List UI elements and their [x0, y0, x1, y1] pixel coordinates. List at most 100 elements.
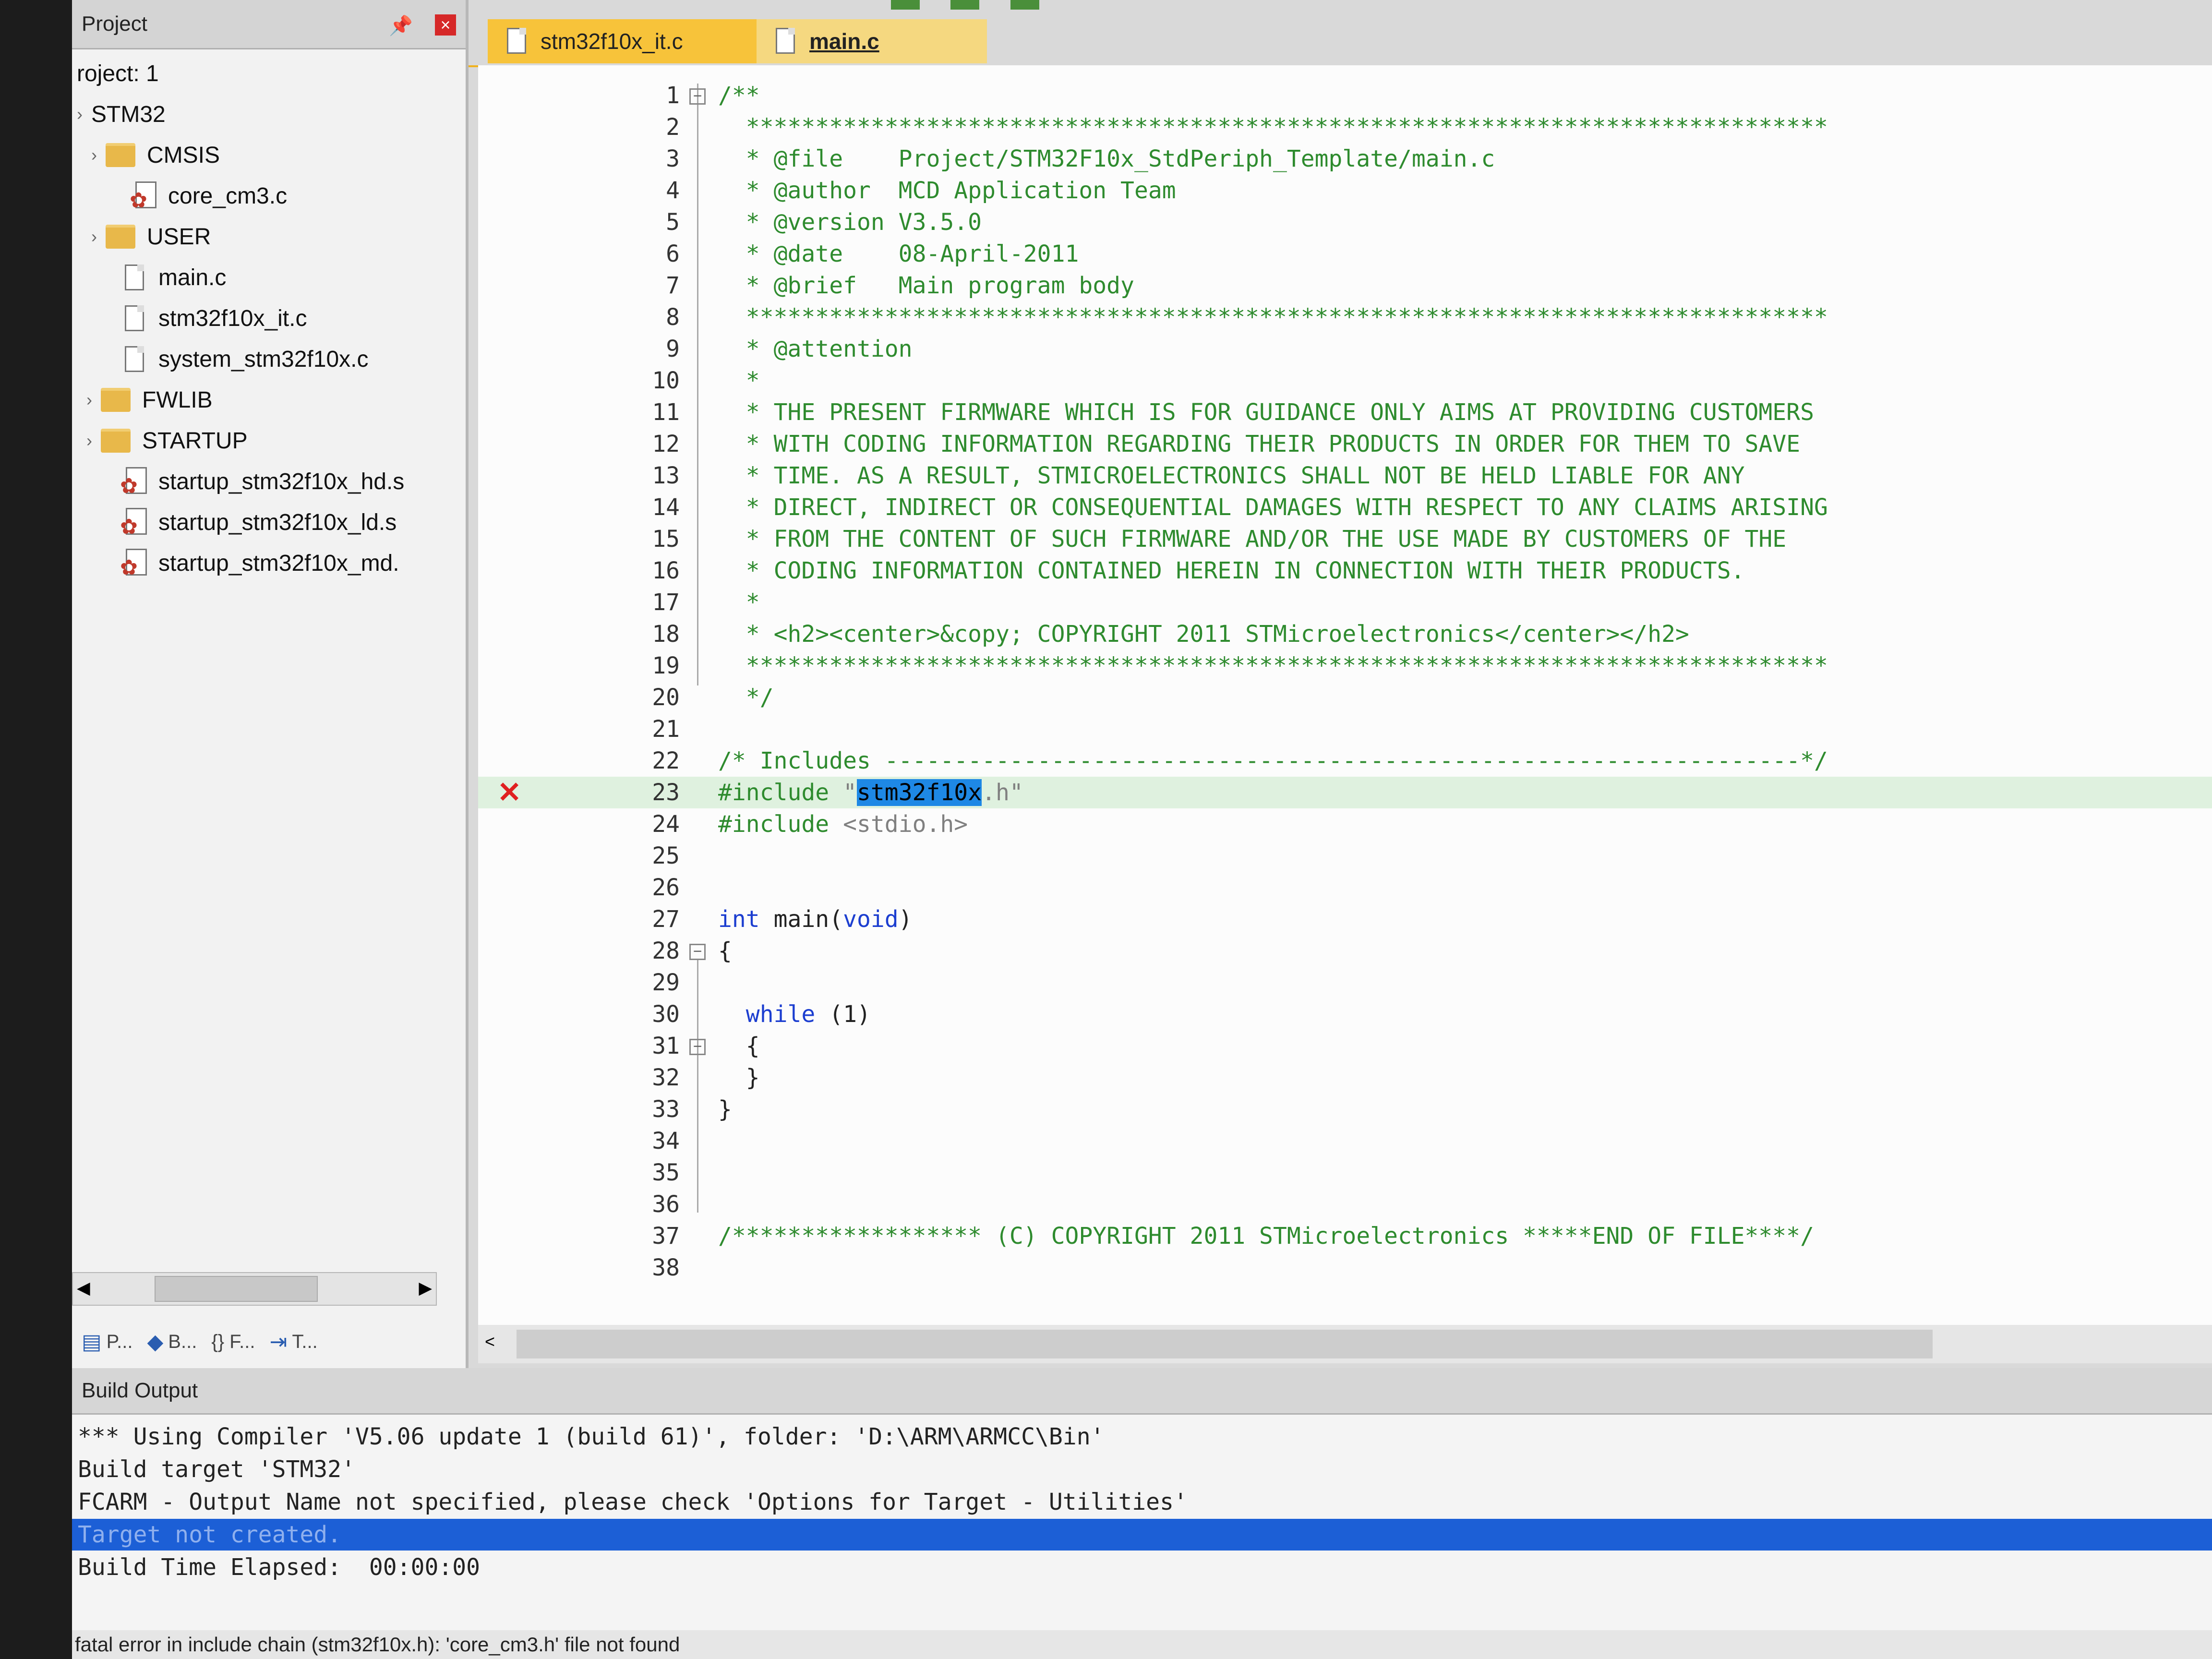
code-line[interactable]: 18 * <h2><center>&copy; COPYRIGHT 2011 S…	[478, 618, 2212, 650]
code-token: {	[718, 938, 732, 964]
scroll-right-arrow-icon[interactable]: ▶	[419, 1278, 432, 1298]
code-line[interactable]: 36	[478, 1189, 2212, 1220]
code-line[interactable]: 34	[478, 1125, 2212, 1157]
scroll-left-arrow-icon[interactable]: <	[485, 1332, 495, 1352]
fold-toggle-icon[interactable]: −	[689, 1039, 706, 1055]
line-number: 26	[652, 874, 680, 901]
folder-icon	[106, 143, 135, 167]
code-line[interactable]: 3 * @file Project/STM32F10x_StdPeriph_Te…	[478, 143, 2212, 175]
string-token: .h"	[982, 779, 1023, 806]
code-line[interactable]: 24 #include <stdio.h>	[478, 808, 2212, 840]
code-line[interactable]: 31− {	[478, 1030, 2212, 1062]
code-line[interactable]: 17 *	[478, 587, 2212, 618]
expand-arrow-icon[interactable]: ›	[86, 390, 101, 410]
expand-arrow-icon[interactable]: ›	[91, 227, 106, 247]
code-line[interactable]: 35	[478, 1157, 2212, 1189]
tree-item[interactable]: roject: 1	[77, 54, 159, 93]
expand-arrow-icon[interactable]: ›	[91, 145, 106, 165]
code-line[interactable]: 6 * @date 08-April-2011	[478, 238, 2212, 270]
code-text: * THE PRESENT FIRMWARE WHICH IS FOR GUID…	[718, 397, 1814, 428]
pin-icon[interactable]: 📌	[389, 14, 413, 37]
editor-horizontal-scrollbar[interactable]: <	[478, 1325, 2212, 1363]
scrollbar-thumb[interactable]	[155, 1276, 318, 1302]
code-line[interactable]: 15 * FROM THE CONTENT OF SUCH FIRMWARE A…	[478, 523, 2212, 555]
expand-arrow-icon[interactable]: ›	[77, 104, 91, 124]
code-line[interactable]: 26	[478, 872, 2212, 903]
tree-item[interactable]: main.c	[125, 258, 226, 297]
code-line[interactable]: 37 /****************** (C) COPYRIGHT 2011…	[478, 1220, 2212, 1252]
code-line[interactable]: 32 }	[478, 1062, 2212, 1094]
code-line[interactable]: 38	[478, 1252, 2212, 1284]
code-line[interactable]: 4 * @author MCD Application Team	[478, 175, 2212, 206]
tab-stm32f10x-it-c[interactable]: stm32f10x_it.c	[488, 19, 757, 63]
toolbar-button[interactable]	[891, 0, 920, 10]
tree-item[interactable]: startup_stm32f10x_hd.s	[120, 462, 404, 501]
code-line[interactable]: 12 * WITH CODING INFORMATION REGARDING T…	[478, 428, 2212, 460]
code-text: * WITH CODING INFORMATION REGARDING THEI…	[718, 428, 1800, 460]
code-line[interactable]: 23 #include "stm32f10x.h"	[478, 777, 2212, 808]
code-line[interactable]: 10 *	[478, 365, 2212, 397]
code-editor[interactable]: 1−/** 2 *********************************…	[478, 65, 2212, 1342]
code-line[interactable]: 14 * DIRECT, INDIRECT OR CONSEQUENTIAL D…	[478, 492, 2212, 523]
code-line[interactable]: 28−{	[478, 935, 2212, 967]
build-output-line[interactable]: *** Using Compiler 'V5.06 update 1 (buil…	[72, 1421, 2212, 1453]
code-token: * CODING INFORMATION CONTAINED HEREIN IN…	[718, 557, 1745, 584]
tree-item[interactable]: › USER	[91, 217, 211, 256]
tab-functions[interactable]: {} F...	[211, 1331, 255, 1353]
code-text: * @file Project/STM32F10x_StdPeriph_Temp…	[718, 143, 1495, 175]
code-line[interactable]: 1−/**	[478, 80, 2212, 111]
build-output-line[interactable]: FCARM - Output Name not specified, pleas…	[72, 1486, 2212, 1518]
tree-item[interactable]: startup_stm32f10x_ld.s	[120, 503, 397, 541]
code-token: )	[898, 906, 913, 933]
tree-item[interactable]: › STM32	[77, 95, 166, 133]
scrollbar-thumb[interactable]	[517, 1330, 1933, 1358]
code-line[interactable]: 25	[478, 840, 2212, 872]
tab-templates[interactable]: ⇥ T...	[270, 1330, 318, 1354]
toolbar-button[interactable]	[1010, 0, 1039, 10]
code-line[interactable]: 22 /* Includes --------------------------…	[478, 745, 2212, 777]
code-line[interactable]: 21	[478, 713, 2212, 745]
fold-toggle-icon[interactable]: −	[689, 88, 706, 105]
tree-item[interactable]: core_cm3.c	[130, 177, 287, 215]
keyword-token: while	[718, 1001, 816, 1028]
code-line[interactable]: 20 */	[478, 682, 2212, 713]
tab-main-c[interactable]: main.c	[757, 19, 987, 63]
tree-item[interactable]: stm32f10x_it.c	[125, 299, 307, 337]
project-horizontal-scrollbar[interactable]: ◀ ▶	[72, 1272, 437, 1306]
scroll-left-arrow-icon[interactable]: ◀	[77, 1278, 90, 1298]
tree-item[interactable]: › STARTUP	[86, 421, 248, 460]
folder-icon	[101, 429, 131, 453]
close-icon[interactable]: ×	[435, 14, 456, 36]
code-line[interactable]: 27 int main(void)	[478, 903, 2212, 935]
code-line[interactable]: 33}	[478, 1094, 2212, 1125]
expand-arrow-icon[interactable]: ›	[86, 431, 101, 451]
tree-item-label: FWLIB	[142, 387, 213, 413]
code-line[interactable]: 2 **************************************…	[478, 111, 2212, 143]
code-line[interactable]: 16 * CODING INFORMATION CONTAINED HEREIN…	[478, 555, 2212, 587]
toolbar-button[interactable]	[950, 0, 980, 10]
code-token: * @date 08-April-2011	[718, 240, 1079, 267]
code-line[interactable]: 13 * TIME. AS A RESULT, STMICROELECTRONI…	[478, 460, 2212, 492]
tab-project[interactable]: ▤ P...	[82, 1330, 132, 1354]
code-line[interactable]: 19 *************************************…	[478, 650, 2212, 682]
tree-item[interactable]: › CMSIS	[91, 136, 220, 174]
code-line[interactable]: 5 * @version V3.5.0	[478, 206, 2212, 238]
code-line[interactable]: 11 * THE PRESENT FIRMWARE WHICH IS FOR G…	[478, 397, 2212, 428]
line-number: 6	[666, 240, 680, 267]
code-line[interactable]: 8 **************************************…	[478, 301, 2212, 333]
fold-toggle-icon[interactable]: −	[689, 944, 706, 960]
code-line[interactable]: 29	[478, 967, 2212, 998]
tree-item[interactable]: › FWLIB	[86, 381, 213, 419]
code-line[interactable]: 30 while (1)	[478, 998, 2212, 1030]
build-output-line[interactable]: Build target 'STM32'	[72, 1454, 2212, 1485]
tree-item[interactable]: system_stm32f10x.c	[125, 340, 368, 378]
code-line[interactable]: 9 * @attention	[478, 333, 2212, 365]
code-line[interactable]: 7 * @brief Main program body	[478, 270, 2212, 301]
tab-books[interactable]: ◆ B...	[147, 1330, 197, 1354]
string-token: "	[843, 779, 857, 806]
line-number: 4	[666, 177, 680, 204]
build-output-line[interactable]: Target not created.	[72, 1519, 2212, 1551]
build-output-line[interactable]: Build Time Elapsed: 00:00:00	[72, 1551, 2212, 1583]
source-file-gear-icon	[120, 467, 147, 498]
tree-item[interactable]: startup_stm32f10x_md.	[120, 544, 399, 582]
